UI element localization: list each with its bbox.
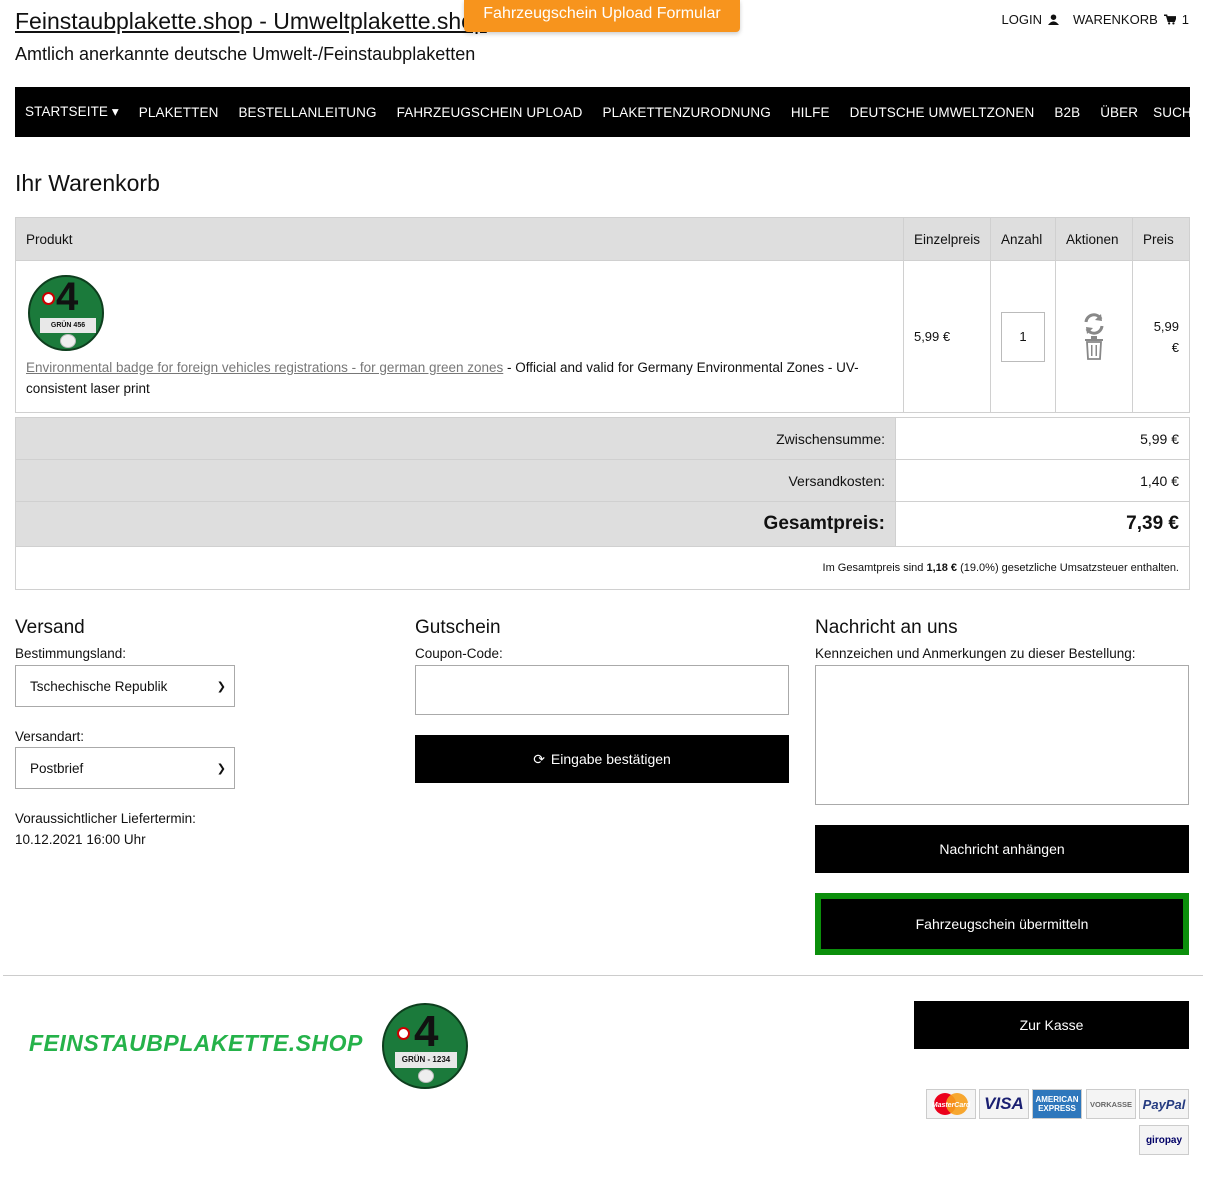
actions-cell	[1055, 260, 1133, 413]
nav-item-b2b[interactable]: B2B	[1054, 105, 1080, 120]
nav-item-ueber[interactable]: ÜBER	[1100, 105, 1138, 120]
login-link[interactable]: LOGIN	[1001, 12, 1060, 27]
no-entry-icon	[397, 1027, 410, 1040]
shipping-cost-value: 1,40 €	[895, 459, 1190, 502]
login-label: LOGIN	[1001, 12, 1043, 27]
subtotal-label: Zwischensumme:	[15, 417, 896, 460]
total-value: 7,39 €	[895, 501, 1190, 547]
totals-table: Zwischensumme: 5,99 € Versandkosten: 1,4…	[15, 417, 1190, 590]
cart-label: WARENKORB	[1073, 12, 1158, 27]
checkout-button[interactable]: Zur Kasse	[914, 1001, 1189, 1049]
mastercard-icon: MasterCard	[926, 1089, 976, 1119]
nav-item-plaketten[interactable]: PLAKETTEN	[139, 105, 219, 120]
page-title: Ihr Warenkorb	[15, 170, 160, 196]
shipping-heading: Versand	[15, 617, 85, 638]
unit-price-cell: 5,99 €	[902, 260, 992, 413]
country-select[interactable]: Tschechische Republik ❯	[15, 665, 235, 707]
nav-label: STARTSEITE	[25, 104, 109, 119]
col-price: Preis	[1132, 217, 1190, 261]
divider	[3, 975, 1203, 976]
no-entry-icon	[42, 291, 55, 305]
message-label: Kennzeichen und Anmerkungen zu dieser Be…	[815, 646, 1136, 661]
submit-vehicle-doc-label: Fahrzeugschein übermitteln	[821, 899, 1183, 949]
col-actions: Aktionen	[1055, 217, 1133, 261]
country-label: Bestimmungsland:	[15, 646, 127, 661]
nav-item-startseite[interactable]: STARTSEITE ▾	[25, 104, 119, 120]
chevron-down-icon: ❯	[216, 762, 226, 775]
shipping-cost-label: Versandkosten:	[15, 459, 896, 502]
submit-vehicle-doc-button[interactable]: Fahrzeugschein übermitteln	[815, 893, 1189, 955]
product-badge-image[interactable]: 4 GRÜN 456	[28, 274, 104, 351]
site-title[interactable]: Feinstaubplakette.shop - Umweltplakette.…	[15, 8, 487, 35]
refresh-icon: ⟳	[533, 750, 545, 767]
visa-icon: VISA	[979, 1089, 1029, 1119]
badge-plate: GRÜN 456	[40, 317, 96, 333]
shipping-method-selected: Postbrief	[30, 760, 84, 776]
product-cell: 4 GRÜN 456 Environmental badge for forei…	[15, 260, 904, 413]
footer-logo-text[interactable]: FEINSTAUBPLAKETTE.SHOP	[29, 1030, 363, 1057]
coupon-input[interactable]	[415, 665, 789, 715]
top-nav: LOGIN WARENKORB 1	[1002, 12, 1189, 27]
country-selected: Tschechische Republik	[30, 678, 168, 694]
product-link[interactable]: Environmental badge for foreign vehicles…	[26, 360, 503, 375]
main-navigation: STARTSEITE ▾ PLAKETTEN BESTELLANLEITUNG …	[15, 87, 1209, 137]
seal-icon	[60, 333, 76, 348]
cart-icon	[1163, 14, 1176, 25]
total-label: Gesamtpreis:	[15, 501, 896, 547]
nav-item-umweltzonen[interactable]: DEUTSCHE UMWELTZONEN	[850, 105, 1035, 120]
shipping-method-label: Versandart:	[15, 729, 85, 744]
caret-down-icon: ▾	[111, 104, 119, 119]
shipping-method-select[interactable]: Postbrief ❯	[15, 747, 235, 789]
table-row: 4 GRÜN 456 Environmental badge for forei…	[15, 260, 1190, 413]
mastercard-label: MasterCard	[932, 1102, 971, 1109]
quantity-cell: 1	[990, 260, 1056, 413]
prepayment-icon: VORKASSE	[1086, 1089, 1136, 1119]
cart-count: 1	[1181, 12, 1189, 27]
delivery-label: Voraussichtlicher Liefertermin:	[15, 811, 196, 826]
cart-table: Produkt Einzelpreis Anzahl Aktionen Prei…	[15, 217, 1190, 413]
col-product: Produkt	[15, 217, 904, 261]
coupon-heading: Gutschein	[415, 617, 501, 638]
tax-suffix: (19.0%) gesetzliche Umsatzsteuer enthalt…	[957, 562, 1179, 574]
quantity-input[interactable]: 1	[1001, 311, 1045, 362]
price-cell: 5,99 €	[1132, 260, 1190, 413]
cart-link[interactable]: WARENKORB 1	[1073, 12, 1189, 27]
nav-item-suchen[interactable]: SUCHEN...	[1153, 105, 1209, 120]
paypal-icon: PayPal	[1139, 1089, 1189, 1119]
refresh-icon[interactable]	[1066, 312, 1122, 336]
coupon-submit-button[interactable]: ⟳ Eingabe bestätigen	[415, 735, 789, 783]
chevron-down-icon: ❯	[216, 680, 226, 693]
tax-note: Im Gesamtpreis sind 1,18 € (19.0%) geset…	[15, 546, 1190, 590]
tax-prefix: Im Gesamtpreis sind	[822, 562, 927, 574]
badge-number: 4	[414, 1007, 439, 1056]
nav-item-fahrzeugschein-upload[interactable]: FAHRZEUGSCHEIN UPLOAD	[397, 105, 583, 120]
trash-icon[interactable]	[1066, 335, 1122, 362]
nav-item-hilfe[interactable]: HILFE	[791, 105, 830, 120]
upload-form-tab[interactable]: Fahrzeugschein Upload Formular	[464, 0, 740, 32]
tax-amount: 1,18 €	[926, 562, 958, 574]
footer-badge-logo: 4 GRÜN - 1234	[382, 1003, 468, 1089]
site-subtitle: Amtlich anerkannte deutsche Umwelt-/Fein…	[15, 44, 476, 64]
user-icon	[1048, 14, 1060, 25]
subtotal-value: 5,99 €	[895, 417, 1190, 460]
amex-icon: AMERICAN EXPRESS	[1032, 1089, 1082, 1119]
message-heading: Nachricht an uns	[815, 617, 958, 638]
coupon-submit-label: Eingabe bestätigen	[550, 751, 671, 767]
coupon-label: Coupon-Code:	[415, 646, 503, 661]
seal-icon	[418, 1069, 434, 1083]
badge-number: 4	[56, 274, 79, 319]
nav-item-bestellanleitung[interactable]: BESTELLANLEITUNG	[238, 105, 376, 120]
col-unit-price: Einzelpreis	[902, 217, 992, 261]
delivery-date: 10.12.2021 16:00 Uhr	[15, 832, 146, 847]
message-textarea[interactable]	[815, 665, 1189, 805]
nav-item-plakettenzuordnung[interactable]: PLAKETTENZURODNUNG	[603, 105, 771, 120]
col-quantity: Anzahl	[990, 217, 1056, 261]
giropay-icon: giropay	[1139, 1125, 1189, 1155]
attach-message-button[interactable]: Nachricht anhängen	[815, 825, 1189, 873]
badge-plate: GRÜN - 1234	[395, 1052, 457, 1068]
cart-header-row: Produkt Einzelpreis Anzahl Aktionen Prei…	[15, 217, 1190, 261]
